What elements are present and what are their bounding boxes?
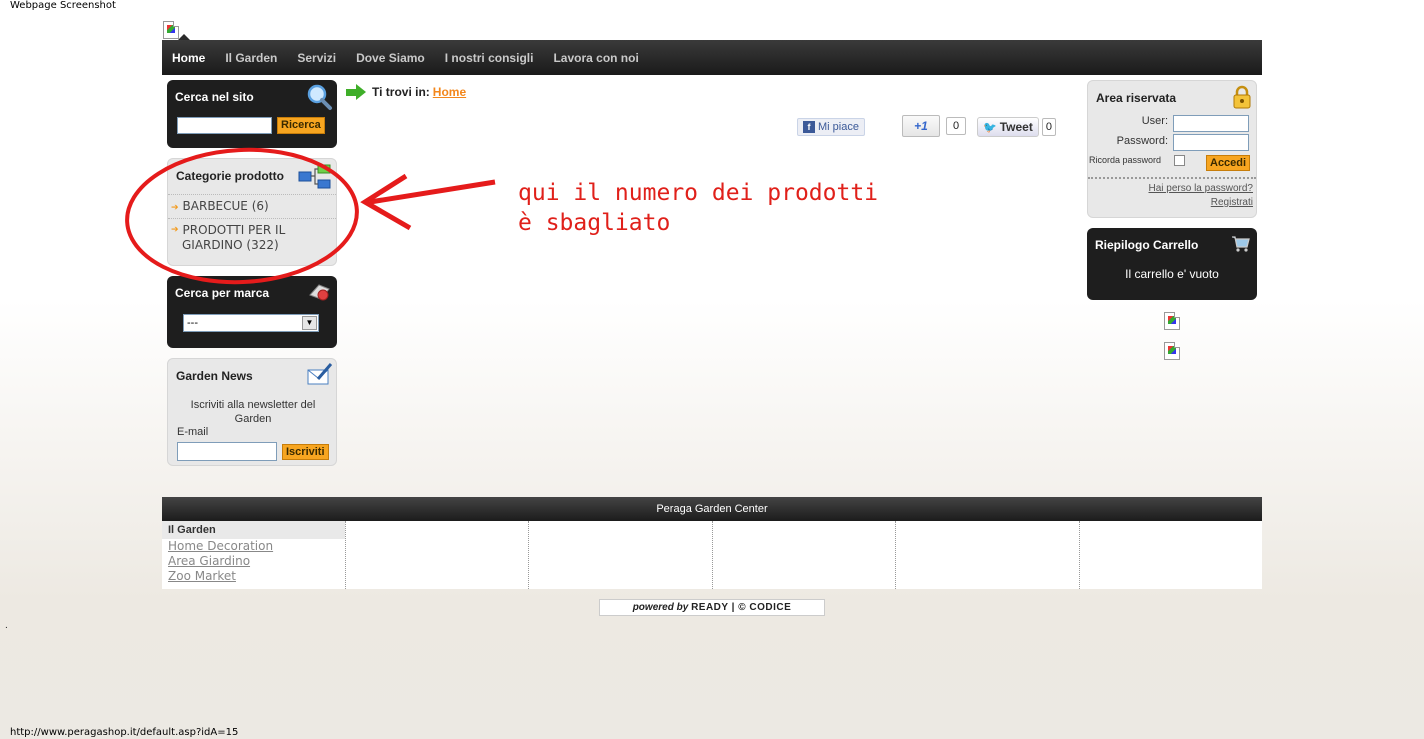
footer-column (344, 521, 529, 589)
status-bar-url: http://www.peragashop.it/default.asp?idA… (10, 727, 239, 738)
google-plus-count: 0 (946, 117, 967, 135)
remember-password-label: Ricorda password (1089, 155, 1162, 165)
cart-icon (1232, 236, 1250, 252)
tweet-button[interactable]: 🐦 Tweet (977, 117, 1039, 137)
nav-servizi[interactable]: Servizi (297, 51, 336, 65)
broken-logo-image (163, 21, 179, 39)
main-wrapper: Home Il Garden Servizi Dove Siamo I nost… (162, 34, 1262, 75)
arrow-right-icon (346, 84, 366, 100)
search-panel-title: Cerca nel sito (175, 90, 254, 104)
newsletter-title: Garden News (176, 369, 253, 383)
facebook-like[interactable]: f Mi piace (797, 117, 865, 137)
annotation-text: qui il numero dei prodotti è sbagliato (518, 180, 879, 236)
footer-link-area-giardino[interactable]: Area Giardino (162, 554, 345, 569)
chevron-down-icon[interactable]: ▼ (302, 316, 317, 330)
cart-empty-text: Il carrello e' vuoto (1125, 267, 1219, 281)
powered-by-brands: READY | © CODICE (691, 602, 792, 613)
username-input[interactable] (1173, 115, 1249, 132)
footer-title: Peraga Garden Center (162, 497, 1262, 521)
register-link[interactable]: Registrati (1211, 197, 1253, 208)
twitter-widget: 🐦 Tweet 0 (977, 117, 1056, 137)
screenshot-caption: Webpage Screenshot (10, 0, 116, 11)
google-plus-button[interactable]: +1 (902, 115, 940, 137)
footer-column-head: Il Garden (162, 521, 345, 539)
password-label: Password: (1116, 135, 1168, 147)
lock-icon (1233, 85, 1251, 109)
login-button[interactable]: Accedi (1206, 155, 1250, 171)
nav-dove-siamo[interactable]: Dove Siamo (356, 51, 425, 65)
tweet-label: Tweet (999, 120, 1033, 134)
google-plus-widget: +1 0 (902, 115, 967, 137)
footer-link-home-decoration[interactable]: Home Decoration (162, 539, 345, 554)
breadcrumb-prefix: Ti trovi in: (372, 85, 430, 99)
footer-link-zoo-market[interactable]: Zoo Market (162, 569, 345, 584)
footer-column (895, 521, 1079, 589)
remember-checkbox[interactable] (1174, 155, 1185, 166)
tweet-count: 0 (1041, 118, 1056, 136)
cart-panel: Riepilogo Carrello Il carrello e' vuoto (1087, 228, 1257, 300)
newsletter-panel: Garden News Iscriviti alla newsletter de… (167, 358, 337, 466)
subscribe-button[interactable]: Iscriviti (282, 444, 329, 460)
footer-column (528, 521, 712, 589)
nav-il-garden[interactable]: Il Garden (225, 51, 277, 65)
annotation-circle (125, 147, 496, 285)
broken-banner-image (1164, 342, 1180, 360)
search-panel: Cerca nel sito Ricerca (167, 80, 337, 148)
lost-password-link[interactable]: Hai perso la password? (1149, 183, 1254, 194)
newsletter-email-input[interactable] (177, 442, 277, 461)
breadcrumb: Ti trovi in: Home (346, 84, 466, 100)
nav-home[interactable]: Home (172, 51, 205, 65)
nav-consigli[interactable]: I nostri consigli (445, 51, 534, 65)
password-input[interactable] (1173, 134, 1249, 151)
nav-active-caret (178, 34, 190, 40)
search-input[interactable] (177, 117, 272, 134)
top-navigation: Home Il Garden Servizi Dove Siamo I nost… (162, 40, 1262, 75)
twitter-bird-icon: 🐦 (983, 121, 997, 134)
facebook-like-label: Mi piace (818, 121, 859, 133)
powered-by-badge[interactable]: powered by READY | © CODICE (599, 599, 825, 616)
login-panel: Area riservata User: Password: Ricorda p… (1087, 80, 1257, 218)
facebook-icon: f (803, 121, 815, 133)
magnifier-icon (307, 84, 332, 110)
footer-column: Il Garden Home Decoration Area Giardino … (162, 521, 345, 589)
email-label: E-mail (177, 426, 209, 438)
facebook-like-button[interactable]: f Mi piace (797, 118, 865, 136)
powered-by-prefix: powered by (632, 602, 689, 613)
login-title: Area riservata (1096, 91, 1177, 105)
search-button[interactable]: Ricerca (277, 117, 325, 134)
envelope-pen-icon (307, 363, 333, 385)
footer-column (1078, 521, 1263, 589)
stray-dot: . (5, 620, 8, 631)
breadcrumb-home-link[interactable]: Home (433, 85, 466, 99)
nav-lavora[interactable]: Lavora con noi (553, 51, 638, 65)
footer-links-grid: Il Garden Home Decoration Area Giardino … (162, 521, 1262, 589)
brand-select[interactable]: --- ▼ (183, 314, 319, 332)
broken-banner-image (1164, 312, 1180, 330)
divider (1088, 177, 1256, 179)
brand-select-value: --- (187, 317, 198, 329)
cart-title: Riepilogo Carrello (1095, 238, 1199, 252)
footer-column (711, 521, 896, 589)
user-label: User: (1141, 115, 1168, 127)
newsletter-text: Iscriviti alla newsletter del Garden (190, 399, 316, 425)
